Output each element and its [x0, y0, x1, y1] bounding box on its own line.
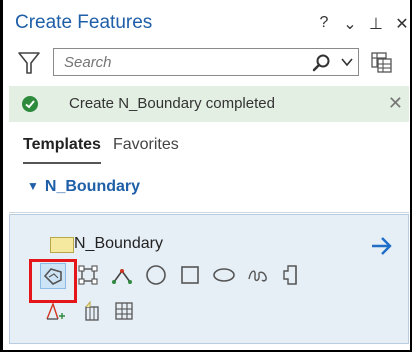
template-table-icon[interactable]: [369, 50, 393, 74]
help-button[interactable]: ?: [317, 14, 331, 34]
extrude-tool[interactable]: [80, 299, 106, 325]
template-name: N_Boundary: [74, 235, 163, 252]
pane-title: Create Features: [15, 12, 153, 33]
table-tool[interactable]: [112, 299, 138, 325]
ellipse-tool[interactable]: [212, 263, 238, 289]
rectangle-tool[interactable]: [76, 263, 102, 289]
layer-group-label: N_Boundary: [44, 178, 141, 195]
status-message: Create N_Boundary completed: [69, 95, 275, 112]
pane-title-bar: Create Features ? ⌄ ⊥ ✕: [9, 6, 409, 40]
pane-tabs: Templates Favorites: [23, 136, 179, 164]
auto-complete-polygon-tool[interactable]: [280, 263, 306, 289]
auto-complete-icon: [283, 265, 297, 285]
filter-icon[interactable]: [17, 50, 41, 76]
expand-chevron-icon[interactable]: ▼: [27, 179, 39, 193]
callout-highlight-box: [29, 259, 77, 303]
freehand-tool[interactable]: [246, 263, 272, 289]
search-row: [17, 48, 397, 78]
search-icon[interactable]: [312, 53, 332, 73]
circle-icon: [146, 265, 166, 285]
circle-tool[interactable]: [144, 263, 170, 289]
pane-controls: ? ⌄ ⊥ ✕: [317, 14, 409, 34]
table-icon: [115, 302, 133, 320]
success-check-icon: [22, 96, 38, 112]
close-pane-button[interactable]: ✕: [395, 14, 409, 34]
dismiss-banner-button[interactable]: ✕: [388, 93, 403, 114]
create-features-pane: Create Features ? ⌄ ⊥ ✕ Search Create N_…: [0, 0, 412, 352]
freehand-icon: [248, 270, 267, 282]
rectangle-tool-icon: [78, 265, 98, 285]
arrow-right-icon[interactable]: [370, 235, 394, 257]
line-icon: [112, 269, 132, 284]
status-banner: Create N_Boundary completed ✕: [9, 86, 409, 122]
polygon-symbol-icon: [50, 237, 74, 253]
divider: [9, 212, 409, 213]
tab-favorites[interactable]: Favorites: [113, 136, 179, 164]
chevron-down-icon[interactable]: [340, 55, 354, 69]
search-input[interactable]: [64, 54, 304, 71]
search-box: [53, 48, 359, 76]
tab-templates[interactable]: Templates: [23, 136, 101, 164]
square-icon: [181, 266, 199, 284]
ellipse-icon: [213, 268, 235, 282]
auto-hide-pin-button[interactable]: ⊥: [369, 14, 383, 34]
options-dropdown-button[interactable]: ⌄: [343, 14, 357, 34]
layer-group-header[interactable]: ▼ N_Boundary: [27, 178, 140, 196]
square-tool[interactable]: [178, 263, 204, 289]
extrude-icon: [85, 300, 99, 321]
line-tool[interactable]: [110, 263, 136, 289]
